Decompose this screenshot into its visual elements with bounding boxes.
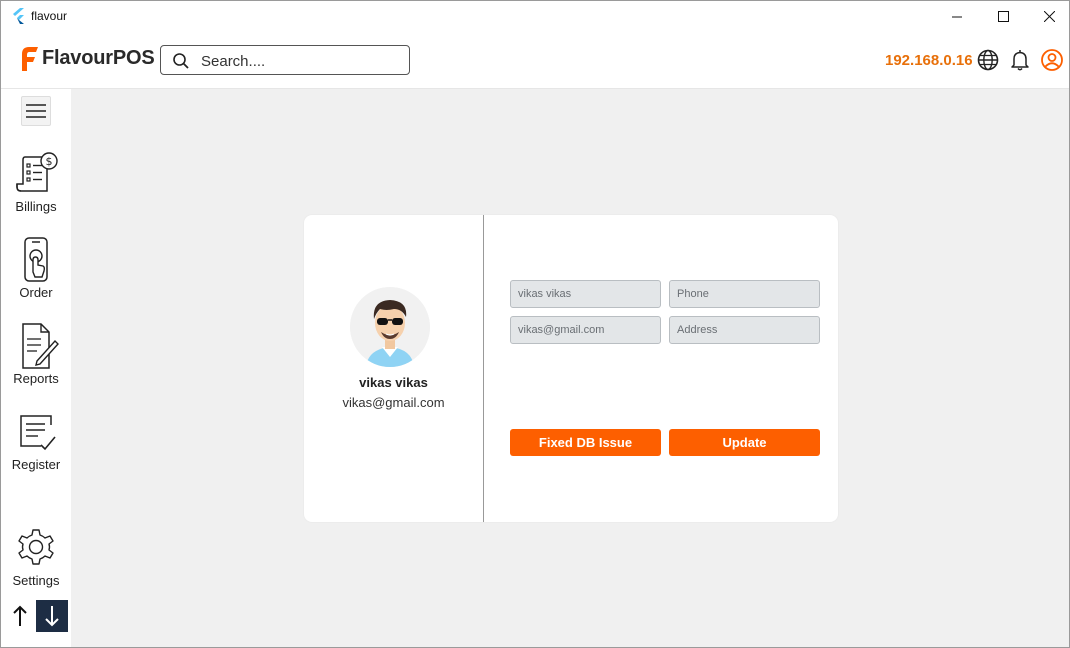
app-header: FlavourPOS Search.... 192.168.0.16 (1, 32, 1069, 89)
sidebar-item-label: Order (19, 285, 53, 300)
scroll-up-button[interactable] (5, 600, 35, 632)
minimize-button[interactable] (934, 1, 980, 32)
hamburger-icon (26, 104, 46, 118)
arrow-down-icon (45, 606, 59, 627)
sidebar-item-billings[interactable]: $ Billings (1, 151, 71, 214)
phone-field[interactable]: Phone (669, 280, 820, 308)
svg-text:$: $ (46, 155, 53, 168)
card-divider (483, 215, 484, 522)
profile-card: vikas vikas vikas@gmail.com vikas vikas … (304, 215, 838, 522)
sidebar: $ Billings Order Reports Register Settin… (1, 89, 71, 647)
globe-icon[interactable] (976, 48, 1000, 72)
email-field[interactable]: vikas@gmail.com (510, 316, 661, 344)
sidebar-item-label: Reports (13, 371, 59, 386)
scroll-arrows (5, 600, 69, 632)
sidebar-item-label: Billings (15, 199, 57, 214)
app-window: flavour FlavourPOS Search.... 192.168.0.… (0, 0, 1070, 648)
title-bar: flavour (1, 1, 1069, 32)
address-field[interactable]: Address (669, 316, 820, 344)
maximize-button[interactable] (980, 1, 1026, 32)
sidebar-item-order[interactable]: Order (1, 237, 71, 300)
register-icon (20, 415, 56, 451)
close-icon (1043, 11, 1055, 22)
flutter-icon (13, 8, 24, 24)
window-title: flavour (31, 9, 68, 23)
profile-name: vikas vikas (359, 375, 428, 390)
sidebar-item-settings[interactable]: Settings (1, 527, 71, 588)
search-placeholder: Search.... (201, 53, 266, 70)
search-input[interactable]: Search.... (160, 45, 410, 75)
menu-toggle-button[interactable] (21, 96, 51, 126)
profile-email: vikas@gmail.com (342, 395, 445, 410)
sidebar-item-label: Register (11, 457, 61, 472)
arrow-up-icon (13, 605, 27, 626)
report-icon (22, 323, 59, 369)
avatar-illustration (350, 287, 430, 367)
bell-icon[interactable] (1008, 48, 1032, 72)
avatar (350, 287, 430, 367)
gear-icon (18, 529, 54, 565)
sidebar-item-label: Settings (12, 573, 60, 588)
logo: FlavourPOS (18, 45, 155, 72)
sidebar-item-register[interactable]: Register (1, 409, 71, 472)
close-button[interactable] (1026, 1, 1070, 32)
update-button[interactable]: Update (669, 429, 820, 456)
ip-address: 192.168.0.16 (885, 52, 973, 69)
logo-icon (22, 47, 38, 71)
scroll-down-button[interactable] (36, 600, 68, 632)
minimize-icon (952, 16, 962, 17)
logo-text: FlavourPOS (42, 47, 155, 69)
user-account-icon[interactable] (1040, 48, 1064, 72)
phone-order-icon (24, 237, 48, 282)
fix-db-issue-button[interactable]: Fixed DB Issue (510, 429, 661, 456)
search-icon (173, 53, 189, 69)
sidebar-item-reports[interactable]: Reports (1, 323, 71, 386)
maximize-icon (997, 11, 1009, 22)
billing-icon: $ (16, 152, 58, 192)
name-field[interactable]: vikas vikas (510, 280, 661, 308)
main-content: vikas vikas vikas@gmail.com vikas vikas … (71, 89, 1069, 647)
